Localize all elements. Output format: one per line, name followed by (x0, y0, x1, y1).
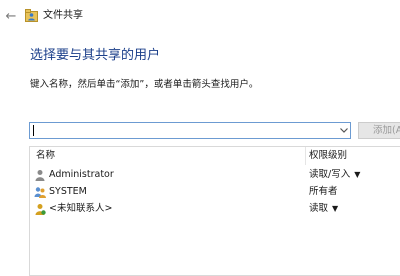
list-item-unknown-contact[interactable]: <未知联系人> 读取 ▼ (30, 201, 400, 217)
file-share-icon (25, 9, 38, 22)
user-name: SYSTEM (49, 186, 87, 197)
chevron-down-icon[interactable] (337, 122, 351, 139)
unknown-contact-icon (35, 204, 46, 215)
caret-down-icon: ▼ (354, 170, 361, 179)
user-list: 名称 权限级别 Administrator 读取/写入 ▼ SYSTEM 所有者 … (29, 146, 400, 276)
user-name: <未知联系人> (49, 203, 113, 214)
list-item-system[interactable]: SYSTEM 所有者 (30, 184, 400, 200)
permission-label: 所有者 (309, 186, 338, 197)
instruction-text: 键入名称，然后单击“添加”，或者单击箭头查找用户。 (30, 79, 259, 90)
column-header-name[interactable]: 名称 (36, 147, 55, 164)
page-heading: 选择要与其共享的用户 (30, 48, 161, 63)
back-arrow-icon[interactable]: ← (3, 9, 19, 25)
text-cursor (33, 125, 34, 136)
window-title: 文件共享 (43, 10, 83, 21)
user-icon (35, 170, 45, 181)
permission-label: 读取/写入 (309, 169, 351, 180)
column-header-permission[interactable]: 权限级别 (309, 147, 347, 164)
permission-dropdown[interactable]: 读取 ▼ (309, 201, 338, 217)
add-button[interactable]: 添加(A (358, 122, 400, 139)
column-separator[interactable] (305, 147, 306, 165)
list-item-administrator[interactable]: Administrator 读取/写入 ▼ (30, 167, 400, 183)
user-name: Administrator (49, 169, 114, 180)
user-name-input[interactable] (29, 122, 351, 139)
group-icon (34, 187, 46, 198)
permission-label: 读取 (309, 203, 329, 214)
permission-dropdown[interactable]: 读取/写入 ▼ (309, 167, 360, 183)
caret-down-icon: ▼ (332, 204, 339, 213)
